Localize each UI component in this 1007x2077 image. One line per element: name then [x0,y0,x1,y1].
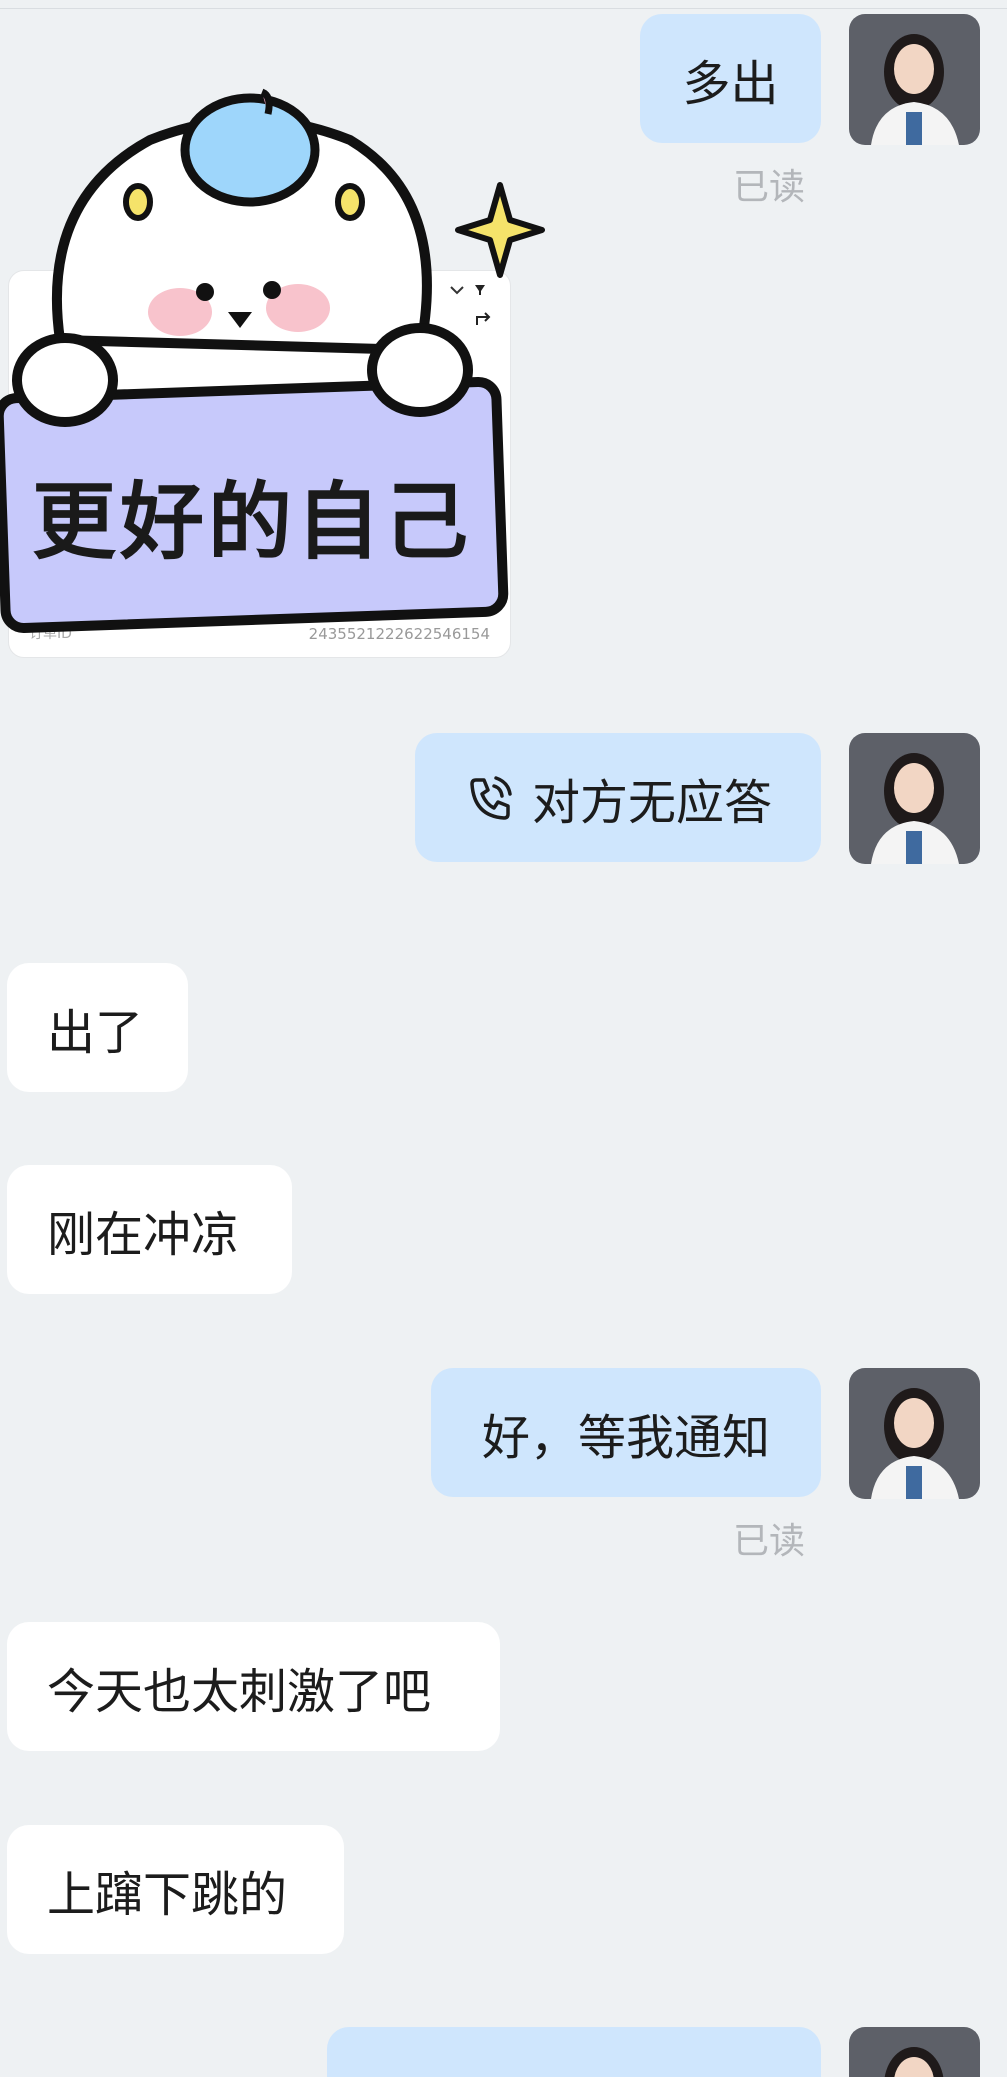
incoming-message-bubble[interactable]: 上蹿下跳的 [7,1825,344,1954]
message-text: 对方无应答 [531,774,772,831]
avatar[interactable] [849,733,980,864]
phone-missed-call-icon [470,775,512,820]
incoming-message-bubble[interactable]: 出了 [7,963,188,1092]
top-divider [0,0,1007,9]
outgoing-message-bubble[interactable]: 好，等我通知 [431,1368,821,1497]
outgoing-message-bubble[interactable]: 多出 [640,14,821,143]
outgoing-call-bubble[interactable]: 对方无应答 [415,733,821,862]
message-text: 出了 [47,1004,144,1061]
avatar[interactable] [849,1368,980,1499]
chat-page: 多出 已读 订单ID 2435521222622546154 更好的自己 对方无… [0,0,1007,2077]
message-text: 刚在冲凉 [47,1206,240,1263]
message-text: 上蹿下跳的 [47,1866,288,1923]
read-receipt: 已读 [733,1521,806,1562]
avatar[interactable] [849,2027,980,2077]
incoming-message-bubble[interactable]: 刚在冲凉 [7,1165,292,1294]
sticker-caption: 更好的自己 [31,473,472,571]
read-receipt: 已读 [733,167,806,208]
incoming-message-bubble[interactable]: 今天也太刺激了吧 [7,1622,500,1751]
message-text: 多出 [682,55,779,112]
sparkle-icon [455,182,545,278]
avatar[interactable] [849,14,980,145]
message-text: 今天也太刺激了吧 [47,1663,432,1720]
outgoing-message-bubble[interactable] [327,2027,821,2077]
message-text: 好，等我通知 [481,1409,770,1466]
